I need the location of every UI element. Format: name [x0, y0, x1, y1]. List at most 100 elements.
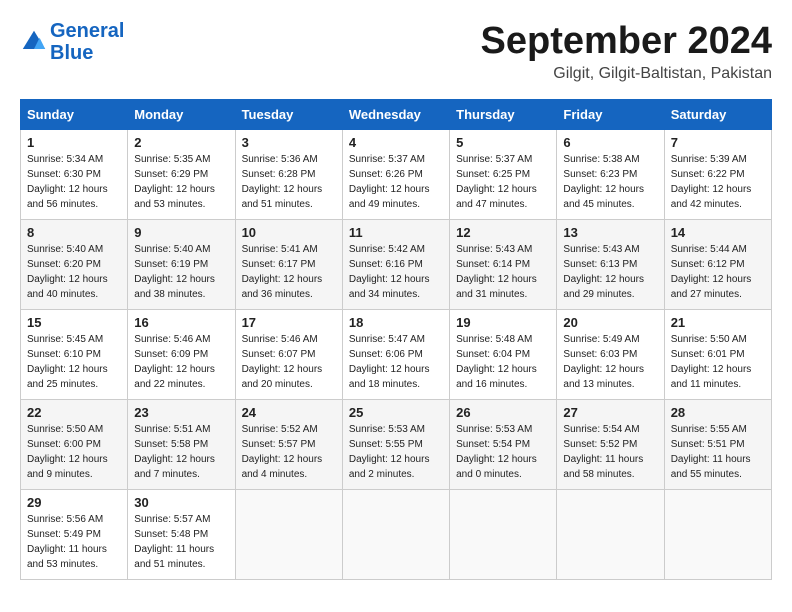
day-info: Sunrise: 5:50 AM Sunset: 6:00 PM Dayligh… [27, 422, 121, 482]
day-of-week-header: Friday [557, 100, 664, 130]
day-info: Sunrise: 5:37 AM Sunset: 6:26 PM Dayligh… [349, 152, 443, 212]
day-info: Sunrise: 5:38 AM Sunset: 6:23 PM Dayligh… [563, 152, 657, 212]
day-info: Sunrise: 5:41 AM Sunset: 6:17 PM Dayligh… [242, 242, 336, 302]
calendar-day-cell: 25 Sunrise: 5:53 AM Sunset: 5:55 PM Dayli… [342, 400, 449, 490]
day-number: 30 [134, 495, 228, 510]
calendar-body: 1 Sunrise: 5:34 AM Sunset: 6:30 PM Daylig… [21, 130, 772, 580]
day-number: 14 [671, 225, 765, 240]
calendar-day-cell [342, 490, 449, 580]
calendar-day-cell: 3 Sunrise: 5:36 AM Sunset: 6:28 PM Daylig… [235, 130, 342, 220]
day-info: Sunrise: 5:39 AM Sunset: 6:22 PM Dayligh… [671, 152, 765, 212]
calendar-day-cell: 30 Sunrise: 5:57 AM Sunset: 5:48 PM Dayli… [128, 490, 235, 580]
day-info: Sunrise: 5:36 AM Sunset: 6:28 PM Dayligh… [242, 152, 336, 212]
day-info: Sunrise: 5:48 AM Sunset: 6:04 PM Dayligh… [456, 332, 550, 392]
calendar-day-cell: 1 Sunrise: 5:34 AM Sunset: 6:30 PM Daylig… [21, 130, 128, 220]
day-number: 12 [456, 225, 550, 240]
day-info: Sunrise: 5:40 AM Sunset: 6:19 PM Dayligh… [134, 242, 228, 302]
day-info: Sunrise: 5:53 AM Sunset: 5:54 PM Dayligh… [456, 422, 550, 482]
day-number: 17 [242, 315, 336, 330]
day-number: 20 [563, 315, 657, 330]
day-number: 9 [134, 225, 228, 240]
day-number: 1 [27, 135, 121, 150]
day-info: Sunrise: 5:42 AM Sunset: 6:16 PM Dayligh… [349, 242, 443, 302]
day-number: 13 [563, 225, 657, 240]
calendar-day-cell: 13Sunrise: 5:43 AM Sunset: 6:13 PM Dayli… [557, 220, 664, 310]
calendar-day-cell: 29Sunrise: 5:56 AM Sunset: 5:49 PM Dayli… [21, 490, 128, 580]
calendar-day-cell [235, 490, 342, 580]
day-info: Sunrise: 5:53 AM Sunset: 5:55 PM Dayligh… [349, 422, 443, 482]
day-of-week-header: Tuesday [235, 100, 342, 130]
calendar-day-cell [664, 490, 771, 580]
calendar-day-cell: 14Sunrise: 5:44 AM Sunset: 6:12 PM Dayli… [664, 220, 771, 310]
day-info: Sunrise: 5:57 AM Sunset: 5:48 PM Dayligh… [134, 512, 228, 572]
day-number: 7 [671, 135, 765, 150]
location-title: Gilgit, Gilgit-Baltistan, Pakistan [481, 65, 773, 83]
day-info: Sunrise: 5:52 AM Sunset: 5:57 PM Dayligh… [242, 422, 336, 482]
calendar-day-cell: 10 Sunrise: 5:41 AM Sunset: 6:17 PM Dayli… [235, 220, 342, 310]
day-info: Sunrise: 5:47 AM Sunset: 6:06 PM Dayligh… [349, 332, 443, 392]
calendar-day-cell: 18 Sunrise: 5:47 AM Sunset: 6:06 PM Dayli… [342, 310, 449, 400]
day-number: 26 [456, 405, 550, 420]
day-info: Sunrise: 5:34 AM Sunset: 6:30 PM Dayligh… [27, 152, 121, 212]
calendar-day-cell: 20 Sunrise: 5:49 AM Sunset: 6:03 PM Dayli… [557, 310, 664, 400]
day-number: 16 [134, 315, 228, 330]
day-number: 15 [27, 315, 121, 330]
calendar-day-cell: 23 Sunrise: 5:51 AM Sunset: 5:58 PM Dayli… [128, 400, 235, 490]
day-info: Sunrise: 5:51 AM Sunset: 5:58 PM Dayligh… [134, 422, 228, 482]
calendar-day-cell: 7 Sunrise: 5:39 AM Sunset: 6:22 PM Daylig… [664, 130, 771, 220]
day-number: 6 [563, 135, 657, 150]
calendar-week-row: 22 Sunrise: 5:50 AM Sunset: 6:00 PM Dayli… [21, 400, 772, 490]
day-info: Sunrise: 5:43 AM Sunset: 6:14 PM Dayligh… [456, 242, 550, 302]
day-info: Sunrise: 5:45 AM Sunset: 6:10 PM Dayligh… [27, 332, 121, 392]
day-number: 11 [349, 225, 443, 240]
calendar-day-cell: 26 Sunrise: 5:53 AM Sunset: 5:54 PM Dayli… [450, 400, 557, 490]
day-info: Sunrise: 5:46 AM Sunset: 6:07 PM Dayligh… [242, 332, 336, 392]
calendar-week-row: 8Sunrise: 5:40 AM Sunset: 6:20 PM Daylig… [21, 220, 772, 310]
day-of-week-header: Sunday [21, 100, 128, 130]
day-number: 25 [349, 405, 443, 420]
day-info: Sunrise: 5:50 AM Sunset: 6:01 PM Dayligh… [671, 332, 765, 392]
calendar-day-cell: 8Sunrise: 5:40 AM Sunset: 6:20 PM Daylig… [21, 220, 128, 310]
day-number: 10 [242, 225, 336, 240]
day-number: 22 [27, 405, 121, 420]
day-of-week-header: Monday [128, 100, 235, 130]
calendar-day-cell: 9 Sunrise: 5:40 AM Sunset: 6:19 PM Daylig… [128, 220, 235, 310]
calendar-day-cell: 28Sunrise: 5:55 AM Sunset: 5:51 PM Dayli… [664, 400, 771, 490]
calendar-day-cell: 16 Sunrise: 5:46 AM Sunset: 6:09 PM Dayli… [128, 310, 235, 400]
calendar-day-cell: 19 Sunrise: 5:48 AM Sunset: 6:04 PM Dayli… [450, 310, 557, 400]
day-of-week-header: Wednesday [342, 100, 449, 130]
day-info: Sunrise: 5:46 AM Sunset: 6:09 PM Dayligh… [134, 332, 228, 392]
calendar-day-cell [557, 490, 664, 580]
day-number: 2 [134, 135, 228, 150]
calendar-day-cell: 5 Sunrise: 5:37 AM Sunset: 6:25 PM Daylig… [450, 130, 557, 220]
calendar-table: SundayMondayTuesdayWednesdayThursdayFrid… [20, 99, 772, 580]
day-of-week-header: Thursday [450, 100, 557, 130]
calendar-day-cell: 15 Sunrise: 5:45 AM Sunset: 6:10 PM Dayli… [21, 310, 128, 400]
calendar-day-cell: 21Sunrise: 5:50 AM Sunset: 6:01 PM Dayli… [664, 310, 771, 400]
title-area: September 2024 Gilgit, Gilgit-Baltistan,… [481, 20, 773, 83]
day-number: 19 [456, 315, 550, 330]
day-number: 18 [349, 315, 443, 330]
day-info: Sunrise: 5:40 AM Sunset: 6:20 PM Dayligh… [27, 242, 121, 302]
calendar-day-cell: 4 Sunrise: 5:37 AM Sunset: 6:26 PM Daylig… [342, 130, 449, 220]
calendar-day-cell [450, 490, 557, 580]
day-number: 24 [242, 405, 336, 420]
day-number: 27 [563, 405, 657, 420]
day-info: Sunrise: 5:49 AM Sunset: 6:03 PM Dayligh… [563, 332, 657, 392]
logo-line1: General [50, 20, 124, 42]
logo-line2: Blue [50, 42, 124, 64]
day-info: Sunrise: 5:54 AM Sunset: 5:52 PM Dayligh… [563, 422, 657, 482]
calendar-day-cell: 2Sunrise: 5:35 AM Sunset: 6:29 PM Daylig… [128, 130, 235, 220]
day-number: 3 [242, 135, 336, 150]
day-number: 4 [349, 135, 443, 150]
day-number: 23 [134, 405, 228, 420]
day-info: Sunrise: 5:37 AM Sunset: 6:25 PM Dayligh… [456, 152, 550, 212]
page-header: General Blue September 2024 Gilgit, Gilg… [20, 20, 772, 83]
month-title: September 2024 [481, 20, 773, 63]
calendar-day-cell: 24 Sunrise: 5:52 AM Sunset: 5:57 PM Dayli… [235, 400, 342, 490]
calendar-day-cell: 27 Sunrise: 5:54 AM Sunset: 5:52 PM Dayli… [557, 400, 664, 490]
calendar-day-cell: 22 Sunrise: 5:50 AM Sunset: 6:00 PM Dayli… [21, 400, 128, 490]
day-info: Sunrise: 5:55 AM Sunset: 5:51 PM Dayligh… [671, 422, 765, 482]
day-number: 5 [456, 135, 550, 150]
logo-icon [20, 28, 48, 56]
